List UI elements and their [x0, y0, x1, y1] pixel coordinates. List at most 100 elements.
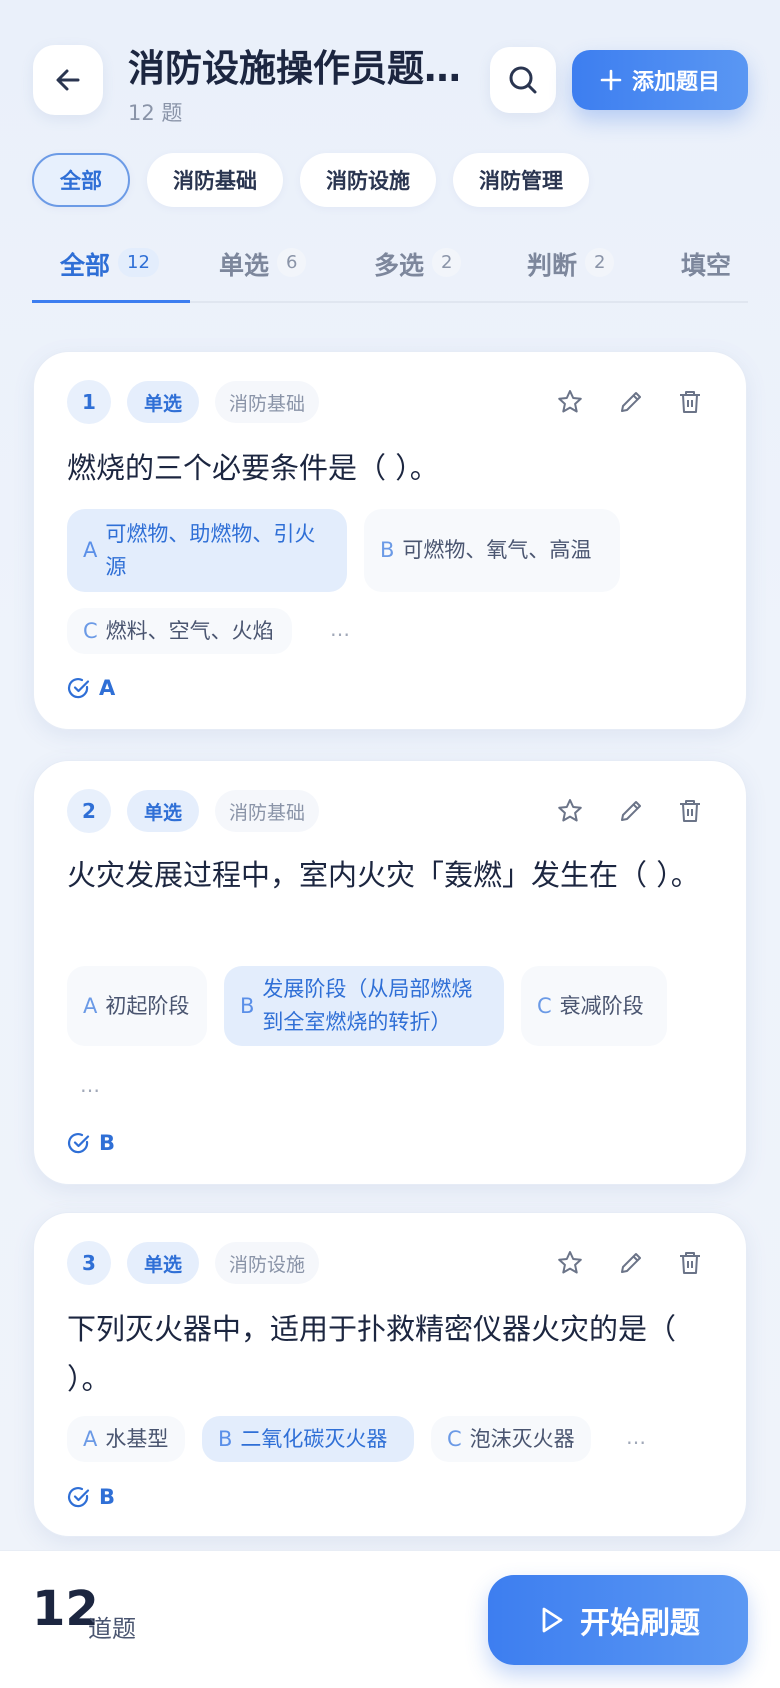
header: 消防设施操作员题… 12 题 添加题目 — [0, 0, 780, 150]
question-card[interactable]: 3 单选 消防设施 下列灭火器中，适用于扑救精密仪器火灾的是（ ）。 A 水基型… — [33, 1212, 747, 1537]
question-number: 3 — [67, 1241, 111, 1285]
question-category-badge: 消防基础 — [215, 381, 320, 423]
filter-chip-all[interactable]: 全部 — [32, 153, 130, 207]
question-type-badge: 单选 — [127, 790, 200, 832]
option-c: C 衰减阶段 — [521, 966, 667, 1046]
edit-button[interactable] — [611, 791, 651, 831]
option-b: B 发展阶段（从局部燃烧到全室燃烧的转折） — [224, 966, 504, 1046]
option-text: 可燃物、氧气、高温 — [402, 538, 592, 562]
option-key: A — [83, 993, 98, 1018]
tab-true-false[interactable]: 判断 2 — [527, 230, 615, 303]
more-options-indicator: … — [330, 617, 350, 641]
favorite-button[interactable] — [550, 791, 590, 831]
option-text: 二氧化碳灭火器 — [240, 1426, 388, 1451]
option-text: 衰减阶段 — [559, 993, 644, 1018]
check-circle-icon — [68, 1133, 90, 1154]
option-key: B — [240, 993, 255, 1018]
filter-chip-management[interactable]: 消防管理 — [453, 153, 589, 207]
option-key: A — [83, 1426, 98, 1451]
search-icon — [509, 66, 537, 94]
pencil-icon — [621, 392, 641, 412]
option-text: 泡沫灭火器 — [469, 1426, 575, 1451]
plus-icon — [600, 69, 622, 91]
tab-all[interactable]: 全部 12 — [60, 230, 159, 303]
arrow-left-icon — [56, 69, 80, 91]
add-question-button[interactable]: 添加题目 — [572, 50, 748, 110]
search-button[interactable] — [490, 47, 556, 113]
question-type-badge: 单选 — [127, 1242, 200, 1284]
start-practice-label: 开始刷题 — [580, 1606, 700, 1641]
option-key: A — [83, 538, 98, 562]
trash-icon — [680, 800, 700, 822]
option-text: 燃料、空气、火焰 — [105, 618, 274, 643]
star-icon — [558, 1251, 582, 1274]
tab-count: 2 — [585, 248, 615, 277]
tab-label: 判断 — [527, 251, 578, 280]
check-circle-icon — [68, 678, 90, 699]
star-icon — [558, 799, 582, 822]
trash-icon — [680, 391, 700, 413]
question-number: 2 — [67, 789, 111, 833]
option-text: 初起阶段 — [105, 993, 190, 1018]
check-circle-icon — [68, 1487, 90, 1508]
question-text: 下列灭火器中，适用于扑救精密仪器火灾的是（ ）。 — [67, 1312, 677, 1396]
tab-single-choice[interactable]: 单选 6 — [219, 230, 307, 303]
play-icon — [542, 1607, 563, 1633]
correct-answer: B — [67, 1485, 115, 1509]
delete-button[interactable] — [670, 382, 710, 422]
option-a: A 可燃物、助燃物、引火源 — [67, 509, 347, 592]
add-question-label: 添加题目 — [631, 70, 720, 95]
tab-count: 2 — [432, 248, 462, 277]
option-a: A 水基型 — [67, 1416, 185, 1462]
answer-value: B — [99, 1485, 116, 1509]
tab-label: 填空 — [681, 251, 732, 280]
trash-icon — [680, 1252, 700, 1274]
star-icon — [558, 390, 582, 413]
tab-count: 6 — [277, 248, 307, 277]
pencil-icon — [621, 801, 641, 821]
question-type-badge: 单选 — [127, 381, 200, 423]
question-category-badge: 消防设施 — [215, 1242, 320, 1284]
filter-chip-facilities[interactable]: 消防设施 — [300, 153, 436, 207]
active-tab-indicator — [32, 300, 190, 303]
answer-value: B — [99, 1131, 116, 1155]
question-count-subtitle: 12 题 — [128, 101, 183, 125]
delete-button[interactable] — [670, 1243, 710, 1283]
favorite-button[interactable] — [550, 382, 590, 422]
favorite-button[interactable] — [550, 1243, 590, 1283]
tab-fill-blank[interactable]: 填空 — [681, 230, 731, 303]
question-card[interactable]: 1 单选 消防基础 燃烧的三个必要条件是（ ）。 A 可燃物、助燃物、引火源 B… — [33, 351, 747, 730]
option-text: 水基型 — [105, 1426, 169, 1451]
edit-button[interactable] — [611, 382, 651, 422]
more-options-indicator: … — [80, 1073, 100, 1097]
pencil-icon — [621, 1253, 641, 1273]
bottom-bar: 12 道题 开始刷题 — [0, 1550, 780, 1688]
option-key: C — [537, 993, 552, 1018]
option-key: C — [447, 1426, 462, 1451]
question-number: 1 — [67, 380, 111, 424]
tab-label: 全部 — [60, 251, 111, 280]
tab-count: 12 — [118, 248, 159, 277]
option-a: A 初起阶段 — [67, 966, 207, 1046]
option-c: C 泡沫灭火器 — [431, 1416, 591, 1462]
option-text: 可燃物、助燃物、引火源 — [105, 521, 316, 579]
question-text: 燃烧的三个必要条件是（ ）。 — [67, 451, 439, 485]
option-c: C 燃料、空气、火焰 — [67, 608, 292, 654]
page-title: 消防设施操作员题… — [128, 47, 458, 90]
filter-chip-basics[interactable]: 消防基础 — [147, 153, 283, 207]
option-key: C — [83, 618, 98, 643]
total-unit-label: 道题 — [88, 1615, 136, 1643]
option-text: 发展阶段（从局部燃烧到全室燃烧的转折） — [262, 977, 473, 1034]
tab-multiple-choice[interactable]: 多选 2 — [374, 230, 462, 303]
more-options-indicator: … — [626, 1425, 646, 1449]
delete-button[interactable] — [670, 791, 710, 831]
start-practice-button[interactable]: 开始刷题 — [488, 1575, 748, 1665]
category-filter: 全部 消防基础 消防设施 消防管理 — [32, 153, 589, 207]
correct-answer: A — [67, 676, 115, 700]
correct-answer: B — [67, 1131, 115, 1155]
question-category-badge: 消防基础 — [215, 790, 320, 832]
back-button[interactable] — [33, 45, 103, 115]
option-key: B — [218, 1426, 233, 1451]
question-card[interactable]: 2 单选 消防基础 火灾发展过程中，室内火灾「轰燃」发生在（ ）。 A 初起阶段… — [33, 760, 747, 1185]
edit-button[interactable] — [611, 1243, 651, 1283]
